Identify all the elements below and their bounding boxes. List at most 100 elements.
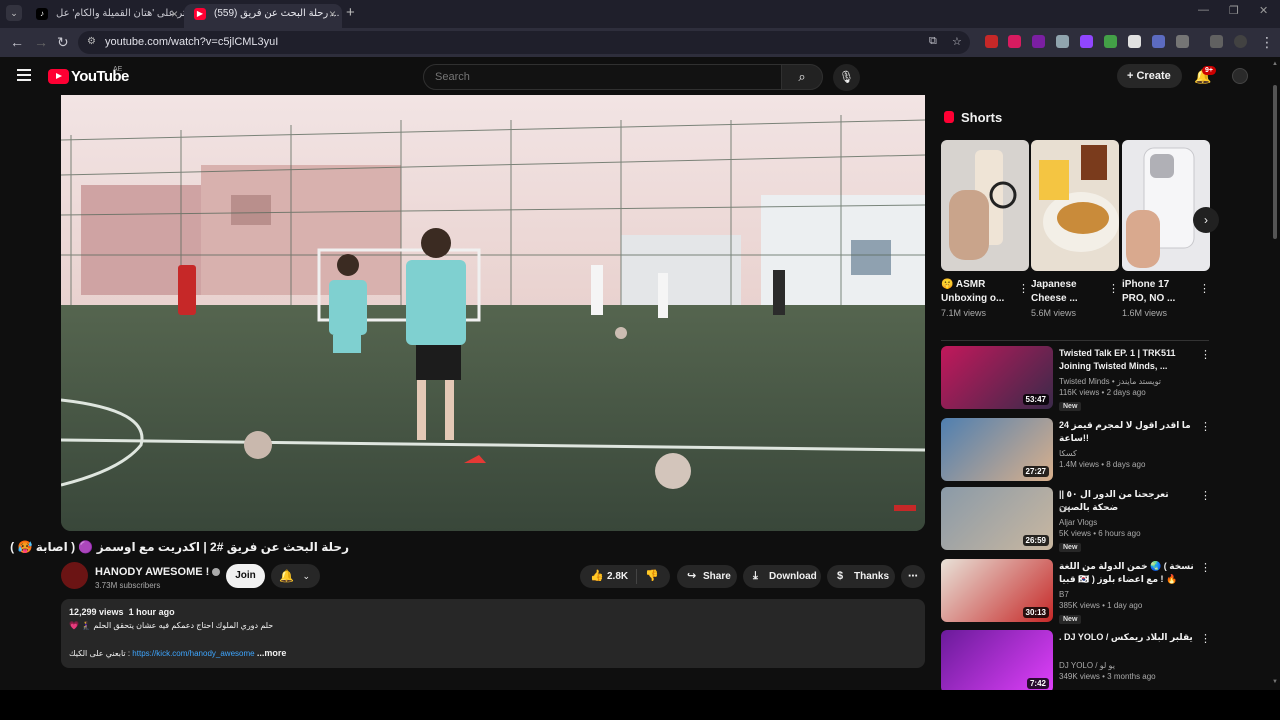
video-thumbnail[interactable]: 53:47 [941, 346, 1053, 409]
site-info-icon[interactable]: ⚙ [87, 36, 96, 47]
video-player[interactable] [61, 95, 925, 531]
reload-icon[interactable]: ↻ [57, 34, 69, 51]
description-box[interactable]: 12,299 views 1 hour ago 💗 🧎‍♀️ حلم دوري … [61, 599, 925, 668]
voice-search-button[interactable]: 🎙 [833, 64, 860, 91]
channel-name[interactable]: CN Aljar Vlogs [1059, 503, 1097, 529]
channel-name[interactable]: DJ YOLO / يو لو [1059, 659, 1115, 672]
duration-badge: 26:59 [1022, 535, 1049, 546]
address-bar[interactable]: ⚙ youtube.com/watch?v=c5jlCML3yuI ⧉ ☆ [78, 31, 970, 54]
scroll-down-icon[interactable]: ▼ [1272, 679, 1278, 685]
recommended-video[interactable]: 7:42 . DJ YOLO / يقلبر البلاد ريمكس DJ YOL… [941, 630, 1211, 694]
extension-icon[interactable] [1032, 35, 1045, 48]
channel-name[interactable]: Twisted Minds • تويستد مايندز [1059, 375, 1161, 388]
page-scrollbar[interactable]: ▲ ▼ [1270, 57, 1280, 690]
video-thumbnail[interactable]: 7:42 [941, 630, 1053, 693]
description-line: 💗 🧎‍♀️ حلم دوري الملوك احتاج دعمكم فيه ع… [69, 621, 274, 630]
video-title[interactable]: ما اقدر اقول لا لمجرم قيمز 24 ساعة!! [1059, 419, 1195, 445]
video-menu-icon[interactable]: ⋮ [1200, 561, 1211, 574]
video-menu-icon[interactable]: ⋮ [1200, 632, 1211, 645]
forward-icon[interactable]: → [34, 34, 48, 50]
short-menu-icon[interactable]: ⋮ [1108, 282, 1119, 295]
short-card[interactable]: 🤫 ASMR Unboxing o... 7.1M views ⋮ [941, 140, 1029, 318]
video-title[interactable]: . DJ YOLO / يقلبر البلاد ريمكس [1059, 631, 1195, 644]
recommended-video[interactable]: 27:27 ما اقدر اقول لا لمجرم قيمز 24 ساعة!… [941, 418, 1211, 482]
short-title[interactable]: iPhone 17 PRO, NO ... [1122, 278, 1196, 306]
share-button[interactable]: ↪ Share [677, 565, 737, 588]
extension-icon[interactable] [1128, 35, 1141, 48]
short-card[interactable]: Japanese Cheese ... 5.6M views ⋮ [1031, 140, 1119, 318]
account-avatar[interactable] [1232, 68, 1248, 84]
browser-tab-1[interactable]: ♪ اعثر على 'هتان القميلة والكام' عل... × [26, 4, 184, 28]
short-thumbnail[interactable] [1031, 140, 1119, 271]
channel-avatar[interactable] [61, 562, 88, 589]
video-thumbnail[interactable]: 27:27 [941, 418, 1053, 481]
short-thumbnail[interactable] [941, 140, 1029, 271]
extensions-puzzle-icon[interactable] [1176, 35, 1189, 48]
duration-badge: 30:13 [1022, 607, 1049, 618]
thumbs-down-icon[interactable]: 👎 [645, 565, 659, 588]
video-title[interactable]: خمن الدولة من اللغة 🌏 ( نسخة قبيا 🇰🇷 ) م… [1059, 560, 1195, 586]
video-thumbnail[interactable]: 30:13 [941, 559, 1053, 622]
shorts-next-button[interactable]: › [1193, 207, 1219, 233]
recommended-video[interactable]: 30:13 خمن الدولة من اللغة 🌏 ( نسخة قبيا 🇰… [941, 559, 1211, 624]
extension-icon[interactable] [985, 35, 998, 48]
url-text[interactable]: youtube.com/watch?v=c5jlCML3yuI [105, 36, 278, 48]
youtube-play-icon [48, 69, 69, 84]
video-title[interactable]: Twisted Talk EP. 1 | TRK511 Joining Twis… [1059, 347, 1195, 373]
video-thumbnail[interactable]: 26:59 [941, 487, 1053, 550]
short-menu-icon[interactable]: ⋮ [1018, 282, 1029, 295]
profile-avatar-icon[interactable] [1234, 35, 1247, 48]
extension-icon[interactable] [1008, 35, 1021, 48]
more-actions-button[interactable]: ⋯ [901, 565, 925, 588]
short-thumbnail[interactable] [1122, 140, 1210, 271]
browser-menu-icon[interactable]: ⋮ [1260, 34, 1274, 51]
video-menu-icon[interactable]: ⋮ [1200, 348, 1211, 361]
channel-name[interactable]: B7 [1059, 588, 1069, 601]
short-menu-icon[interactable]: ⋮ [1199, 282, 1210, 295]
shorts-title: Shorts [961, 110, 1003, 125]
scroll-up-icon[interactable]: ▲ [1272, 61, 1278, 67]
microphone-icon: 🎙 [838, 70, 855, 84]
video-stats: 116K views • 2 days ago [1059, 388, 1146, 397]
close-window-icon[interactable]: ✕ [1259, 4, 1268, 17]
tab-search-chevron-icon[interactable]: ⌄ [6, 5, 22, 21]
thanks-button[interactable]: $ Thanks [827, 565, 895, 588]
scroll-thumb[interactable] [1273, 85, 1277, 239]
close-tab-icon[interactable]: × [171, 4, 178, 24]
extension-icon[interactable] [1152, 35, 1165, 48]
subscribed-button[interactable]: 🔔 ⌄ [271, 564, 320, 588]
install-app-icon[interactable]: ⧉ [929, 35, 937, 48]
taskbar-area [0, 690, 1280, 720]
kick-link[interactable]: https://kick.com/hanody_awesome [132, 649, 254, 658]
channel-name[interactable]: كسكا [1059, 447, 1077, 460]
share-arrow-icon: ↪ [687, 570, 697, 582]
recommended-video[interactable]: 53:47 Twisted Talk EP. 1 | TRK511 Joining… [941, 346, 1211, 411]
new-tab-icon[interactable]: + [346, 4, 355, 21]
twitch-extension-icon[interactable] [1080, 35, 1093, 48]
menu-icon[interactable] [17, 69, 31, 81]
extension-icon[interactable] [1056, 35, 1069, 48]
like-count[interactable]: 2.8K [607, 565, 628, 588]
thumbs-up-icon[interactable]: 👍 [590, 565, 604, 588]
back-icon[interactable]: ← [10, 34, 24, 50]
short-title[interactable]: 🤫 ASMR Unboxing o... [941, 278, 1015, 306]
minimize-icon[interactable]: — [1198, 4, 1209, 16]
video-menu-icon[interactable]: ⋮ [1200, 489, 1211, 502]
recommended-video[interactable]: 26:59 تعرجحنا من الدور ال ٥٠ || ضحكة بالص… [941, 487, 1211, 552]
media-control-icon[interactable] [1210, 35, 1223, 48]
download-button[interactable]: ⤓ Download [743, 565, 821, 588]
channel-name[interactable]: HANODY AWESOME ! [95, 566, 221, 578]
region-code: AE [113, 66, 123, 73]
search-input[interactable] [423, 64, 782, 90]
show-more-link[interactable]: ...more [257, 648, 287, 658]
close-tab-icon[interactable]: × [329, 4, 336, 24]
search-button[interactable]: ⌕ [781, 64, 823, 90]
maximize-icon[interactable]: ❐ [1229, 4, 1239, 17]
create-button[interactable]: + Create [1117, 64, 1182, 88]
shield-extension-icon[interactable] [1104, 35, 1117, 48]
video-menu-icon[interactable]: ⋮ [1200, 420, 1211, 433]
browser-tab-2[interactable]: ▶ (559) رحلة البحث عن فريق ... × [184, 4, 342, 28]
join-button[interactable]: Join [226, 564, 265, 588]
short-title[interactable]: Japanese Cheese ... [1031, 278, 1105, 306]
bookmark-star-icon[interactable]: ☆ [952, 35, 962, 48]
